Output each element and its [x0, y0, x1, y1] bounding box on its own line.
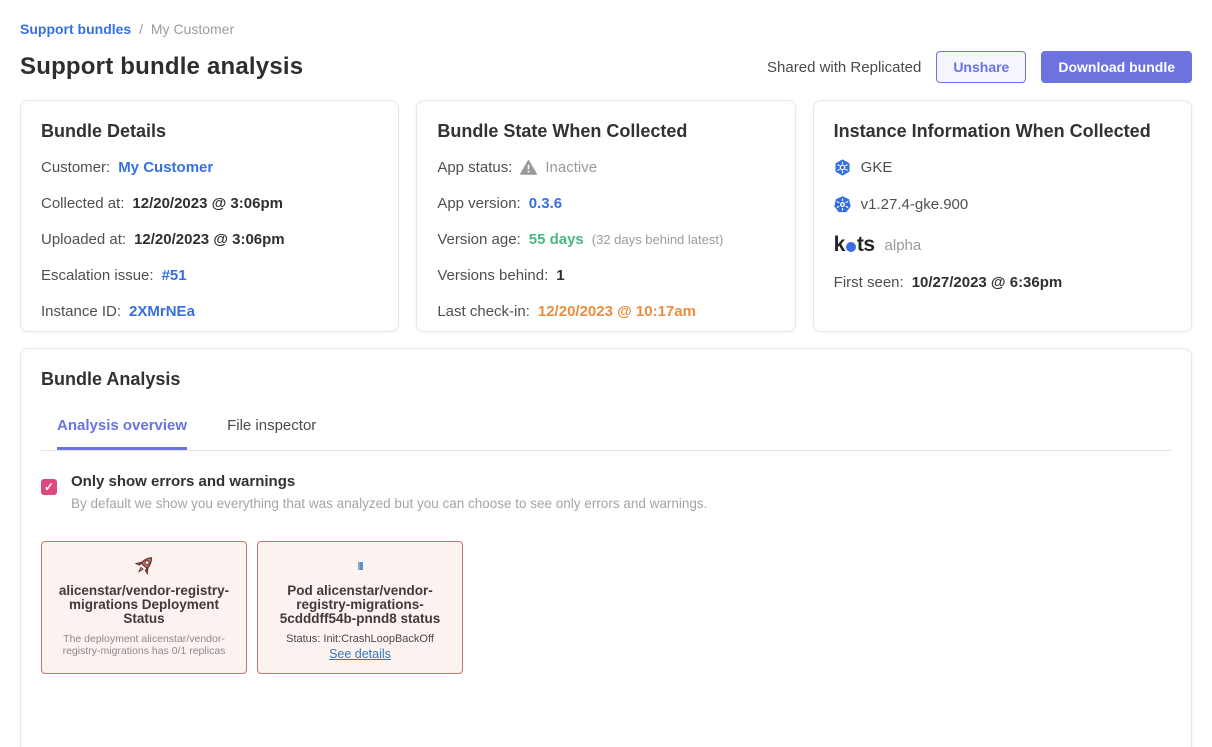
breadcrumb: Support bundles / My Customer [20, 0, 1192, 37]
issue-cards: alicenstar/vendor-registry-migrations De… [41, 541, 1171, 674]
uploaded-at-row: Uploaded at: 12/20/2023 @ 3:06pm [41, 231, 378, 248]
bundle-analysis-title: Bundle Analysis [41, 369, 1171, 390]
unshare-button[interactable]: Unshare [936, 51, 1026, 83]
warning-icon [520, 160, 537, 175]
version-age-row: Version age: 55 days (32 days behind lat… [437, 231, 774, 248]
first-seen-row: First seen: 10/27/2023 @ 6:36pm [834, 274, 1171, 291]
bundle-details-title: Bundle Details [41, 121, 378, 142]
bundle-state-card: Bundle State When Collected App status: … [416, 100, 795, 332]
customer-row: Customer: My Customer [41, 159, 378, 176]
issue-card-deployment-status[interactable]: alicenstar/vendor-registry-migrations De… [41, 541, 247, 674]
breadcrumb-separator: / [139, 21, 143, 37]
instance-info-title: Instance Information When Collected [834, 121, 1171, 142]
customer-link[interactable]: My Customer [118, 159, 213, 176]
page-header: Support bundle analysis Shared with Repl… [20, 51, 1192, 83]
issue-description: The deployment alicenstar/vendor-registr… [50, 633, 238, 657]
last-checkin-row: Last check-in: 12/20/2023 @ 10:17am [437, 303, 774, 320]
bundle-analysis-card: Bundle Analysis Analysis overview File i… [20, 348, 1192, 747]
see-details-link[interactable]: See details [329, 647, 391, 661]
distribution-value: GKE [861, 159, 893, 176]
escalation-issue-link[interactable]: #51 [162, 267, 187, 284]
kots-version-value: alpha [885, 237, 922, 254]
issue-status: Status: Init:CrashLoopBackOff [266, 633, 454, 645]
page-title: Support bundle analysis [20, 53, 303, 81]
bundle-state-title: Bundle State When Collected [437, 121, 774, 142]
instance-id-row: Instance ID: 2XMrNEa [41, 303, 378, 320]
gke-icon [834, 159, 851, 176]
kots-row: kts alpha [834, 233, 1171, 257]
support-bundle-analysis-page: Support bundles / My Customer Support bu… [0, 0, 1212, 747]
download-bundle-button[interactable]: Download bundle [1041, 51, 1192, 83]
filter-description: By default we show you everything that w… [71, 496, 707, 511]
k8s-version-row: v1.27.4-gke.900 [834, 196, 1171, 213]
escalation-issue-row: Escalation issue: #51 [41, 267, 378, 284]
instance-id-link[interactable]: 2XMrNEa [129, 303, 195, 320]
tab-analysis-overview[interactable]: Analysis overview [57, 417, 187, 450]
filter-label: Only show errors and warnings [71, 473, 707, 490]
breadcrumb-link-support-bundles[interactable]: Support bundles [20, 21, 131, 37]
kots-logo-dot [846, 242, 856, 252]
issue-card-pod-status[interactable]: Pod alicenstar/vendor-registry-migration… [257, 541, 463, 674]
issue-title: alicenstar/vendor-registry-migrations De… [50, 584, 238, 627]
errors-warnings-filter: Only show errors and warnings By default… [41, 473, 1171, 511]
only-errors-checkbox[interactable] [41, 479, 57, 495]
app-version-link[interactable]: 0.3.6 [529, 195, 562, 212]
info-cards-row: Bundle Details Customer: My Customer Col… [20, 100, 1192, 332]
rocket-icon [50, 552, 238, 580]
header-actions: Shared with Replicated Unshare Download … [767, 51, 1192, 83]
bundle-details-card: Bundle Details Customer: My Customer Col… [20, 100, 399, 332]
app-status-row: App status: Inactive [437, 159, 774, 176]
collected-at-row: Collected at: 12/20/2023 @ 3:06pm [41, 195, 378, 212]
analysis-tabs: Analysis overview File inspector [41, 417, 1171, 451]
tab-file-inspector[interactable]: File inspector [227, 417, 316, 450]
filter-text: Only show errors and warnings By default… [71, 473, 707, 511]
breadcrumb-current: My Customer [151, 21, 234, 37]
issue-title: Pod alicenstar/vendor-registry-migration… [266, 584, 454, 627]
k8s-version-value: v1.27.4-gke.900 [861, 196, 969, 213]
kots-logo: kts [834, 233, 875, 257]
app-version-row: App version: 0.3.6 [437, 195, 774, 212]
instance-info-card: Instance Information When Collected GKE … [813, 100, 1192, 332]
pod-icon [266, 552, 454, 580]
shared-status-text: Shared with Replicated [767, 59, 921, 76]
versions-behind-row: Versions behind: 1 [437, 267, 774, 284]
distribution-row: GKE [834, 159, 1171, 176]
kubernetes-icon [834, 196, 851, 213]
